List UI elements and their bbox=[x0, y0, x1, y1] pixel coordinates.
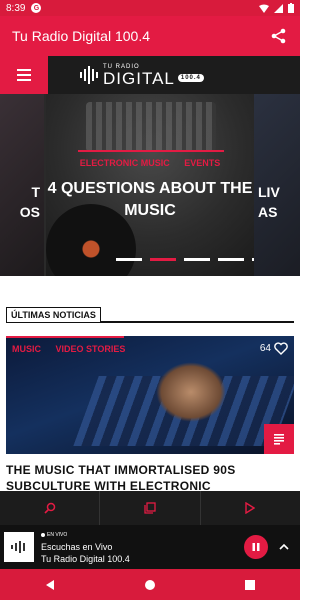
share-icon[interactable] bbox=[270, 27, 288, 45]
news-card[interactable]: MUSIC VIDEO STORIES 64 bbox=[6, 336, 294, 454]
carousel-dot[interactable] bbox=[218, 258, 244, 261]
search-button[interactable] bbox=[0, 491, 101, 525]
live-indicator: EN VIVO bbox=[41, 529, 130, 541]
pause-icon bbox=[252, 543, 260, 551]
battery-icon bbox=[288, 3, 294, 13]
hand-image bbox=[156, 362, 226, 422]
like-counter[interactable]: 64 bbox=[260, 342, 288, 355]
radio-player[interactable]: EN VIVO Escuchas en Vivo Tu Radio Digita… bbox=[0, 525, 300, 569]
play-icon bbox=[245, 502, 256, 514]
menu-button[interactable] bbox=[0, 56, 48, 94]
carousel-dot[interactable] bbox=[116, 258, 142, 261]
article-list-button[interactable] bbox=[264, 424, 294, 454]
logo-big-text: DIGITAL bbox=[103, 68, 175, 88]
search-icon bbox=[44, 502, 55, 514]
player-line2: Tu Radio Digital 100.4 bbox=[41, 554, 130, 564]
signal-icon bbox=[274, 3, 283, 13]
status-bar: 8:39 G bbox=[0, 0, 300, 16]
station-thumbnail bbox=[4, 532, 34, 562]
pause-button[interactable] bbox=[244, 535, 268, 559]
logo-freq: 100.4 bbox=[177, 74, 204, 82]
back-icon[interactable] bbox=[44, 579, 56, 591]
carousel-prev-slide[interactable]: T OS bbox=[0, 94, 44, 276]
station-logo: TU RADIO DIGITAL 100.4 bbox=[80, 64, 204, 87]
typewriter-image bbox=[86, 102, 216, 152]
article-icon bbox=[274, 434, 284, 445]
play-video-button[interactable] bbox=[201, 491, 300, 525]
app-title: Tu Radio Digital 100.4 bbox=[12, 28, 151, 44]
carousel-dot-active[interactable] bbox=[150, 258, 176, 261]
carousel-next-slide[interactable]: LIV AS bbox=[254, 94, 300, 276]
card-categories: MUSIC VIDEO STORIES bbox=[12, 344, 137, 354]
slide-accent-line bbox=[78, 150, 224, 152]
section-title: ÚLTIMAS NOTICIAS bbox=[6, 307, 101, 322]
notification-badge-icon: G bbox=[31, 3, 42, 13]
gallery-icon bbox=[144, 502, 156, 514]
carousel-dot[interactable] bbox=[184, 258, 210, 261]
app-bar: Tu Radio Digital 100.4 bbox=[0, 16, 300, 56]
logo-bar: TU RADIO DIGITAL 100.4 bbox=[0, 56, 300, 94]
featured-carousel[interactable]: T OS ELECTRONIC MUSIC EVENTS 4 QUESTIONS … bbox=[0, 94, 300, 276]
status-time: 8:39 bbox=[6, 2, 26, 14]
live-label: EN VIVO bbox=[47, 532, 68, 538]
slide-categories: ELECTRONIC MUSIC EVENTS bbox=[46, 158, 254, 168]
prev-slide-text: T OS bbox=[19, 184, 40, 220]
like-count: 64 bbox=[259, 343, 271, 354]
status-icons bbox=[259, 3, 294, 13]
slide-category[interactable]: EVENTS bbox=[184, 158, 220, 168]
player-line1: Escuchas en Vivo bbox=[41, 542, 113, 552]
soundwave-icon bbox=[80, 66, 98, 84]
player-info: EN VIVO Escuchas en Vivo Tu Radio Digita… bbox=[41, 529, 130, 565]
system-nav-bar bbox=[0, 569, 300, 600]
recents-icon[interactable] bbox=[244, 579, 256, 591]
card-accent-line bbox=[6, 336, 124, 338]
hamburger-icon bbox=[17, 66, 31, 84]
soundwave-icon bbox=[11, 541, 25, 553]
carousel-current-slide[interactable]: ELECTRONIC MUSIC EVENTS 4 QUESTIONS ABOU… bbox=[46, 94, 278, 276]
action-bar bbox=[0, 491, 300, 525]
card-category[interactable]: VIDEO STORIES bbox=[56, 344, 126, 354]
next-slide-text: LIV AS bbox=[258, 184, 280, 220]
home-icon[interactable] bbox=[144, 579, 156, 591]
card-category[interactable]: MUSIC bbox=[12, 344, 41, 354]
wifi-icon bbox=[259, 4, 269, 13]
slide-category[interactable]: ELECTRONIC MUSIC bbox=[80, 158, 170, 168]
slide-headline[interactable]: 4 QUESTIONS ABOUT THE MUSIC bbox=[46, 178, 254, 222]
chevron-up-icon[interactable] bbox=[278, 541, 290, 553]
gallery-button[interactable] bbox=[100, 491, 201, 525]
section-header: ÚLTIMAS NOTICIAS bbox=[6, 305, 294, 323]
heart-icon[interactable] bbox=[274, 342, 288, 355]
